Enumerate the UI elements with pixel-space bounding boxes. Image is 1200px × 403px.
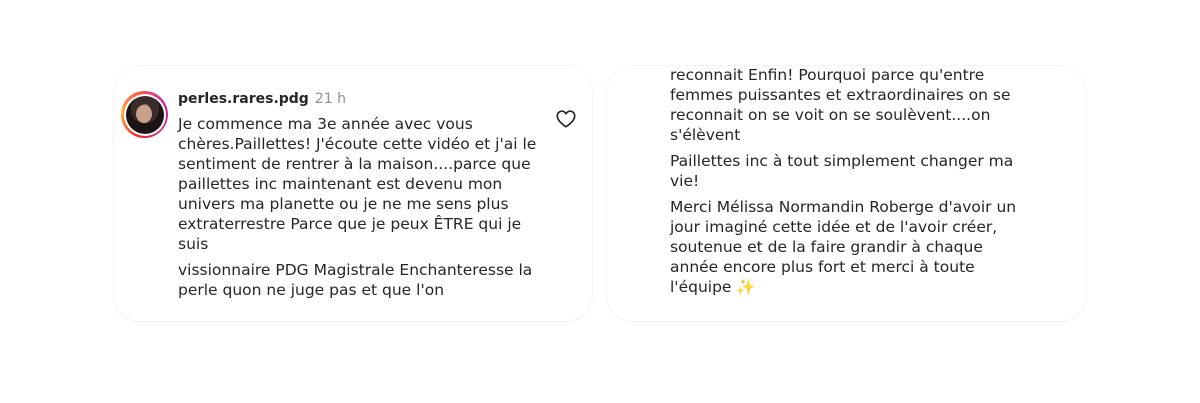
comment-paragraph: Merci Mélissa Normandin Roberge d'avoir … [670,198,1017,296]
comment-text: Je commence ma 3e année avec vous chères… [178,114,538,306]
comment-card-right: reconnait Enfin! Pourquoi parce qu'entre… [607,66,1086,321]
avatar[interactable] [121,91,168,138]
comment-paragraph: Je commence ma 3e année avec vous chères… [178,115,537,253]
comment-header: perles.rares.pdg 21 h [178,90,346,108]
comment-paragraph: vissionnaire PDG Magistrale Enchanteress… [178,261,533,299]
comment-paragraph: Paillettes inc à tout simplement changer… [670,152,1014,190]
avatar-photo [125,95,164,134]
comment-card-left: perles.rares.pdg 21 h Je commence ma 3e a… [114,66,592,321]
comment-text-continued: reconnait Enfin! Pourquoi parce qu'entre… [670,66,1030,303]
timestamp[interactable]: 21 h [315,91,346,107]
username[interactable]: perles.rares.pdg [178,91,309,107]
heart-outline-icon[interactable] [555,108,577,130]
comment-paragraph: reconnait Enfin! Pourquoi parce qu'entre… [670,66,1011,144]
